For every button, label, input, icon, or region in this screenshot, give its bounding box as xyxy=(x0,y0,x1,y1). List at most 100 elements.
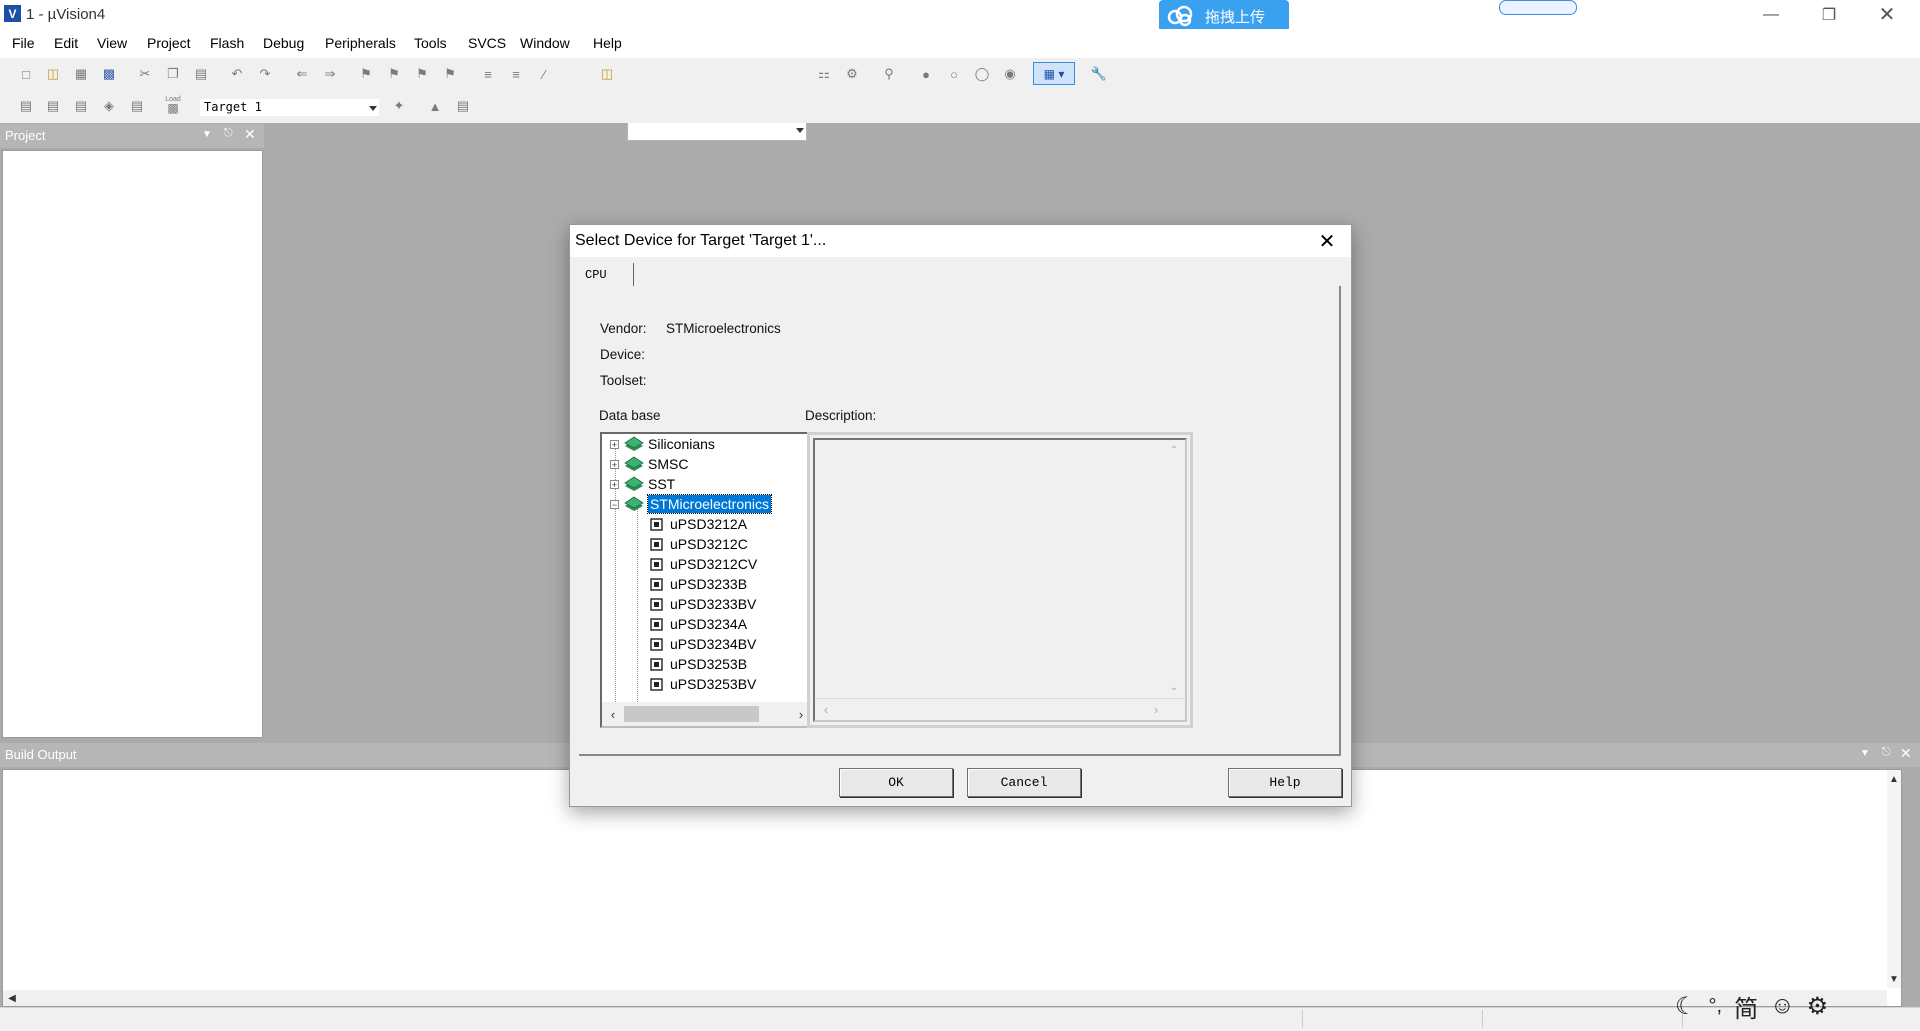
close-window-button[interactable]: ✕ xyxy=(1858,0,1916,29)
find-icon[interactable]: ⚏ xyxy=(814,64,834,84)
floating-pill[interactable] xyxy=(1499,0,1577,15)
copy-icon[interactable]: ❐ xyxy=(163,64,183,84)
tree-horizontal-scrollbar[interactable]: ‹ › xyxy=(602,702,832,726)
stop-build-icon[interactable]: ▤ xyxy=(127,96,147,116)
tree-device[interactable]: uPSD3233B xyxy=(649,574,747,594)
target-select[interactable]: Target 1 xyxy=(199,98,380,117)
tree-vendor-siliconians[interactable]: + Siliconians xyxy=(610,434,715,454)
tree-device[interactable]: uPSD3212C xyxy=(649,534,748,554)
nav-back-icon[interactable]: ⇐ xyxy=(292,64,312,84)
build-icon[interactable]: ▤ xyxy=(43,96,63,116)
outdent-icon[interactable]: ≡ xyxy=(506,64,526,84)
scroll-thumb[interactable] xyxy=(624,706,759,722)
bookmark-prev-icon[interactable]: ⚑ xyxy=(384,64,404,84)
menu-project[interactable]: Project xyxy=(147,35,191,51)
target-options-icon[interactable]: ✦ xyxy=(389,96,409,116)
tree-device[interactable]: uPSD3234BV xyxy=(649,634,756,654)
window-layout-button[interactable]: ▦ ▾ xyxy=(1033,62,1075,85)
project-tree[interactable] xyxy=(2,150,263,738)
ok-button[interactable]: OK xyxy=(839,768,953,797)
ime-mode-label[interactable]: 简 xyxy=(1734,989,1758,1024)
configure-icon[interactable]: 🔧 xyxy=(1089,64,1109,84)
pin-icon[interactable]: ⎋ xyxy=(1882,746,1891,759)
collapse-icon[interactable]: − xyxy=(610,499,619,509)
scroll-up-icon[interactable]: ⌃ xyxy=(1167,443,1181,457)
scroll-right-icon[interactable]: › xyxy=(1149,702,1163,717)
tree-device[interactable]: uPSD3234A xyxy=(649,614,747,634)
menu-peripherals[interactable]: Peripherals xyxy=(325,35,396,51)
cut-icon[interactable]: ✂ xyxy=(135,64,155,84)
tree-device[interactable]: uPSD3253B xyxy=(649,654,747,674)
scroll-down-icon[interactable]: ⌄ xyxy=(1167,680,1181,694)
menu-file[interactable]: File xyxy=(12,35,35,51)
scroll-up-icon[interactable]: ▲ xyxy=(1887,772,1901,786)
breakpoint-kill-icon[interactable]: ◉ xyxy=(1000,64,1020,84)
upload-badge[interactable]: 拖拽上传 xyxy=(1159,0,1289,32)
panel-menu-icon[interactable]: ▼ xyxy=(1860,748,1870,759)
debug-session-icon[interactable]: ⚲ xyxy=(879,64,899,84)
menu-debug[interactable]: Debug xyxy=(263,35,304,51)
translate-icon[interactable]: ▤ xyxy=(16,96,36,116)
tree-vendor-stmicroelectronics[interactable]: − STMicroelectronics xyxy=(610,494,773,514)
menu-edit[interactable]: Edit xyxy=(54,35,78,51)
breakpoint-disable-icon[interactable]: ◯ xyxy=(972,64,992,84)
tree-device[interactable]: uPSD3233BV xyxy=(649,594,756,614)
tree-device[interactable]: uPSD3253BV xyxy=(649,674,756,694)
punctuation-icon[interactable]: °, xyxy=(1709,995,1723,1018)
tree-vendor-smsc[interactable]: + SMSC xyxy=(610,454,688,474)
batch-build-icon[interactable]: ◈ xyxy=(99,96,119,116)
bookmark-icon[interactable]: ⚑ xyxy=(356,64,376,84)
rebuild-icon[interactable]: ▤ xyxy=(71,96,91,116)
cancel-button[interactable]: Cancel xyxy=(967,768,1081,797)
scroll-right-icon[interactable]: › xyxy=(794,707,808,722)
redo-icon[interactable]: ↷ xyxy=(255,64,275,84)
expand-icon[interactable]: + xyxy=(610,479,619,489)
incremental-find-icon[interactable]: ⚙ xyxy=(842,64,862,84)
new-file-icon[interactable]: □ xyxy=(16,64,36,84)
help-button[interactable]: Help xyxy=(1228,768,1342,797)
bookmark-next-icon[interactable]: ⚑ xyxy=(412,64,432,84)
menu-window[interactable]: Window xyxy=(520,35,570,51)
manage-books-icon[interactable]: ▤ xyxy=(453,96,473,116)
device-description[interactable]: ⌃ ⌄ ‹ › xyxy=(807,432,1193,728)
menu-flash[interactable]: Flash xyxy=(210,35,244,51)
settings-gear-icon[interactable]: ⚙ xyxy=(1807,992,1829,1021)
breakpoint-insert-icon[interactable]: ● xyxy=(916,64,936,84)
comment-icon[interactable]: ⁄ xyxy=(534,64,554,84)
manage-components-icon[interactable]: ▲ xyxy=(425,96,445,116)
panel-menu-icon[interactable]: ▼ xyxy=(202,129,212,140)
tree-device[interactable]: uPSD3212CV xyxy=(649,554,757,574)
menu-svcs[interactable]: SVCS xyxy=(468,35,506,51)
pin-icon[interactable]: ⎋ xyxy=(224,127,233,140)
device-database-tree[interactable]: + Siliconians + SMSC + SST − STMicroelec… xyxy=(600,432,834,728)
bookmark-clear-icon[interactable]: ⚑ xyxy=(440,64,460,84)
scroll-down-icon[interactable]: ▼ xyxy=(1887,972,1901,986)
close-panel-icon[interactable]: ✕ xyxy=(244,126,256,143)
expand-icon[interactable]: + xyxy=(610,459,619,469)
save-all-icon[interactable]: ▩ xyxy=(99,64,119,84)
nav-forward-icon[interactable]: ⇒ xyxy=(320,64,340,84)
build-horizontal-scrollbar[interactable]: ◀ xyxy=(3,990,1887,1006)
indent-icon[interactable]: ≡ xyxy=(478,64,498,84)
download-load-icon[interactable]: Load ▩ xyxy=(163,94,183,114)
tree-vendor-sst[interactable]: + SST xyxy=(610,474,675,494)
undo-icon[interactable]: ↶ xyxy=(227,64,247,84)
build-vertical-scrollbar[interactable]: ▲ ▼ xyxy=(1887,770,1901,988)
emoji-icon[interactable]: ☺ xyxy=(1770,992,1795,1020)
expand-icon[interactable]: + xyxy=(610,439,619,449)
scroll-left-icon[interactable]: ‹ xyxy=(819,702,833,717)
paste-icon[interactable]: ▤ xyxy=(191,64,211,84)
close-panel-icon[interactable]: ✕ xyxy=(1900,745,1912,762)
open-folder-icon[interactable]: ◫ xyxy=(43,64,63,84)
moon-icon[interactable]: ☾ xyxy=(1675,992,1697,1021)
menu-help[interactable]: Help xyxy=(593,35,622,51)
restore-button[interactable]: ❐ xyxy=(1800,0,1858,29)
scroll-left-icon[interactable]: ‹ xyxy=(606,707,620,722)
tab-cpu[interactable]: CPU xyxy=(579,263,634,286)
tree-device[interactable]: uPSD3212A xyxy=(649,514,747,534)
find-in-files-icon[interactable]: ◫ xyxy=(597,64,617,84)
minimize-button[interactable]: — xyxy=(1742,0,1800,29)
menu-tools[interactable]: Tools xyxy=(414,35,447,51)
close-dialog-button[interactable]: ✕ xyxy=(1313,229,1341,253)
scroll-left-icon[interactable]: ◀ xyxy=(5,991,19,1005)
